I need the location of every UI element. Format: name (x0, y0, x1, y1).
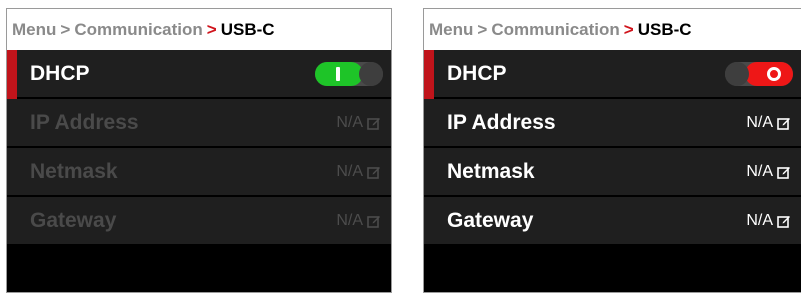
edit-icon (367, 166, 380, 179)
gateway-value[interactable]: N/A (746, 212, 791, 230)
dhcp-toggle[interactable] (315, 62, 383, 86)
breadcrumb-separator-active: > (206, 19, 217, 39)
ip-address-value: N/A (336, 114, 381, 132)
edit-icon (367, 117, 380, 130)
edit-icon[interactable] (777, 165, 791, 179)
toggle-on-glyph-icon (336, 67, 340, 81)
usb-c-settings-screen-dhcp-on: Menu > Communication > USB-C DHCP IP Add… (6, 8, 392, 293)
selection-indicator (7, 50, 17, 99)
toggle-knob (359, 62, 383, 86)
edit-icon (367, 215, 380, 228)
ip-address-label: IP Address (447, 110, 556, 134)
breadcrumb-root[interactable]: Menu (429, 20, 473, 40)
ip-address-value-text: N/A (336, 113, 363, 131)
ip-address-label: IP Address (30, 110, 139, 134)
gateway-row: Gateway N/A (7, 197, 391, 246)
usb-c-settings-screen-dhcp-off: Menu > Communication > USB-C DHCP IP Add… (423, 8, 801, 293)
breadcrumb-separator-active: > (623, 19, 634, 39)
breadcrumb-separator: > (477, 19, 488, 39)
ip-address-row: IP Address N/A (7, 99, 391, 148)
gateway-value-text: N/A (746, 211, 773, 229)
breadcrumb-current: USB-C (220, 19, 275, 39)
dhcp-toggle[interactable] (725, 62, 793, 86)
netmask-value-text: N/A (746, 162, 773, 180)
edit-icon[interactable] (777, 214, 791, 228)
toggle-off-glyph-icon (767, 67, 781, 81)
dhcp-label: DHCP (447, 61, 507, 85)
breadcrumb-communication[interactable]: Communication (74, 20, 202, 40)
netmask-row: Netmask N/A (7, 148, 391, 197)
netmask-value-text: N/A (336, 162, 363, 180)
ip-address-value[interactable]: N/A (746, 114, 791, 132)
breadcrumb-separator: > (60, 19, 71, 39)
breadcrumb: Menu > Communication > USB-C (424, 9, 801, 50)
breadcrumb-current: USB-C (637, 19, 692, 39)
breadcrumb-root[interactable]: Menu (12, 20, 56, 40)
gateway-label: Gateway (447, 208, 534, 232)
dhcp-label: DHCP (30, 61, 90, 85)
breadcrumb: Menu > Communication > USB-C (7, 9, 391, 50)
breadcrumb-communication[interactable]: Communication (491, 20, 619, 40)
selection-indicator (424, 50, 434, 99)
netmask-label: Netmask (30, 159, 118, 183)
edit-icon[interactable] (777, 116, 791, 130)
netmask-label: Netmask (447, 159, 535, 183)
netmask-value: N/A (336, 163, 381, 181)
gateway-value: N/A (336, 212, 381, 230)
netmask-row[interactable]: Netmask N/A (424, 148, 801, 197)
netmask-value[interactable]: N/A (746, 163, 791, 181)
gateway-value-text: N/A (336, 211, 363, 229)
dhcp-row[interactable]: DHCP (7, 50, 391, 99)
gateway-row[interactable]: Gateway N/A (424, 197, 801, 246)
ip-address-value-text: N/A (746, 113, 773, 131)
ip-address-row[interactable]: IP Address N/A (424, 99, 801, 148)
toggle-knob (725, 62, 749, 86)
dhcp-row[interactable]: DHCP (424, 50, 801, 99)
gateway-label: Gateway (30, 208, 117, 232)
